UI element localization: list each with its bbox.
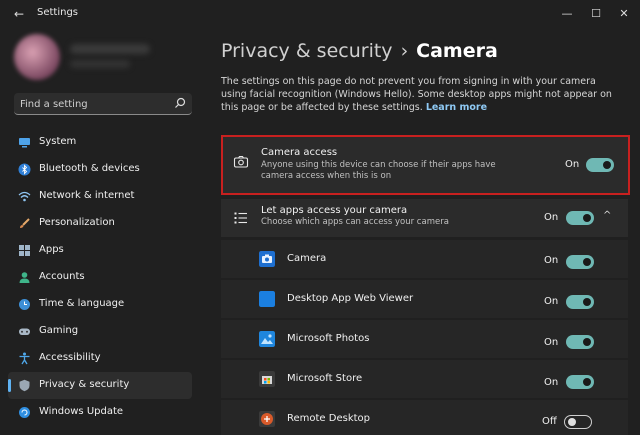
sidebar-item-label: System bbox=[39, 136, 77, 147]
let-apps-access-card[interactable]: Let apps access your camera Choose which… bbox=[221, 199, 628, 237]
camera-app-icon bbox=[259, 251, 275, 267]
wifi-icon bbox=[18, 191, 31, 202]
list-settings-icon bbox=[234, 212, 247, 224]
app-toggle-remote-desktop[interactable] bbox=[564, 415, 592, 429]
let-apps-state: On bbox=[544, 212, 559, 223]
profile-name-blurred bbox=[70, 44, 150, 54]
sidebar-nav: System Bluetooth & devices Network & int… bbox=[8, 129, 192, 426]
sidebar-item-label: Accounts bbox=[39, 271, 85, 282]
sidebar-item-label: Accessibility bbox=[39, 352, 101, 363]
breadcrumb: Privacy & security › Camera bbox=[221, 40, 498, 62]
remote-desktop-icon bbox=[259, 411, 275, 427]
page-description: The settings on this page do not prevent… bbox=[221, 75, 621, 114]
web-viewer-icon bbox=[259, 291, 275, 307]
app-state: Off bbox=[542, 416, 557, 427]
sidebar-item-label: Windows Update bbox=[39, 406, 124, 417]
sidebar-item-label: Bluetooth & devices bbox=[39, 163, 140, 174]
app-row-desktop-app-web-viewer: Desktop App Web Viewer On bbox=[221, 280, 628, 318]
title-bar: ← Settings — ☐ ✕ bbox=[0, 0, 640, 28]
app-name: Camera bbox=[287, 253, 327, 264]
app-row-camera: Camera On bbox=[221, 240, 628, 278]
app-toggle-web-viewer[interactable] bbox=[566, 295, 594, 309]
chevron-up-icon[interactable]: ^ bbox=[603, 210, 611, 221]
app-name: Microsoft Store bbox=[287, 373, 363, 384]
minimize-button[interactable]: — bbox=[557, 5, 577, 23]
close-button[interactable]: ✕ bbox=[614, 5, 634, 23]
app-row-microsoft-store: Microsoft Store On bbox=[221, 360, 628, 398]
person-icon bbox=[19, 272, 30, 283]
globe-clock-icon bbox=[19, 299, 30, 310]
description-text: The settings on this page do not prevent… bbox=[221, 76, 612, 113]
sidebar-item-label: Privacy & security bbox=[39, 379, 130, 390]
sidebar-item-label: Personalization bbox=[39, 217, 115, 228]
app-row-remote-desktop: Remote Desktop Off bbox=[221, 400, 628, 435]
sidebar-item-network[interactable]: Network & internet bbox=[8, 183, 192, 210]
apps-icon bbox=[19, 245, 30, 256]
update-icon bbox=[19, 407, 30, 418]
photos-icon bbox=[259, 331, 275, 347]
sidebar-item-bluetooth[interactable]: Bluetooth & devices bbox=[8, 156, 192, 183]
breadcrumb-separator: › bbox=[400, 40, 409, 62]
sidebar-item-accounts[interactable]: Accounts bbox=[8, 264, 192, 291]
sidebar-item-gaming[interactable]: Gaming bbox=[8, 318, 192, 345]
let-apps-title: Let apps access your camera bbox=[261, 205, 408, 216]
bluetooth-icon bbox=[18, 163, 31, 176]
app-name: Microsoft Photos bbox=[287, 333, 370, 344]
sidebar-item-label: Apps bbox=[39, 244, 64, 255]
sidebar-item-privacy-security[interactable]: Privacy & security bbox=[8, 372, 192, 399]
shield-icon bbox=[19, 379, 30, 392]
monitor-icon bbox=[19, 138, 30, 148]
app-toggle-photos[interactable] bbox=[566, 335, 594, 349]
learn-more-link[interactable]: Learn more bbox=[426, 102, 487, 113]
page-title: Camera bbox=[416, 40, 498, 62]
window-title: Settings bbox=[37, 7, 79, 18]
app-row-microsoft-photos: Microsoft Photos On bbox=[221, 320, 628, 358]
app-state: On bbox=[544, 255, 559, 266]
sidebar-item-system[interactable]: System bbox=[8, 129, 192, 156]
app-toggle-camera[interactable] bbox=[566, 255, 594, 269]
profile-email-blurred bbox=[70, 60, 130, 68]
store-icon bbox=[259, 371, 275, 387]
back-button[interactable]: ← bbox=[10, 6, 28, 22]
sidebar-item-windows-update[interactable]: Windows Update bbox=[8, 399, 192, 426]
app-name: Desktop App Web Viewer bbox=[287, 293, 414, 304]
highlight-box bbox=[221, 135, 630, 195]
breadcrumb-parent[interactable]: Privacy & security bbox=[221, 40, 393, 62]
gamepad-icon bbox=[19, 328, 30, 335]
app-name: Remote Desktop bbox=[287, 413, 371, 424]
app-state: On bbox=[544, 377, 559, 388]
let-apps-toggle[interactable] bbox=[566, 211, 594, 225]
avatar[interactable] bbox=[14, 34, 60, 80]
sidebar-item-label: Gaming bbox=[39, 325, 79, 336]
accessibility-icon bbox=[19, 352, 30, 365]
let-apps-subtitle: Choose which apps can access your camera bbox=[261, 217, 449, 227]
sidebar-item-time-language[interactable]: Time & language bbox=[8, 291, 192, 318]
search-icon[interactable] bbox=[174, 97, 186, 109]
sidebar-item-personalization[interactable]: Personalization bbox=[8, 210, 192, 237]
app-state: On bbox=[544, 296, 559, 307]
search-box[interactable] bbox=[14, 93, 192, 115]
app-state: On bbox=[544, 337, 559, 348]
maximize-button[interactable]: ☐ bbox=[586, 5, 606, 23]
brush-icon bbox=[20, 218, 30, 228]
search-input[interactable] bbox=[20, 95, 170, 113]
sidebar-item-label: Network & internet bbox=[39, 190, 135, 201]
app-toggle-store[interactable] bbox=[566, 375, 594, 389]
sidebar-item-label: Time & language bbox=[39, 298, 125, 309]
sidebar-item-apps[interactable]: Apps bbox=[8, 237, 192, 264]
sidebar-item-accessibility[interactable]: Accessibility bbox=[8, 345, 192, 372]
